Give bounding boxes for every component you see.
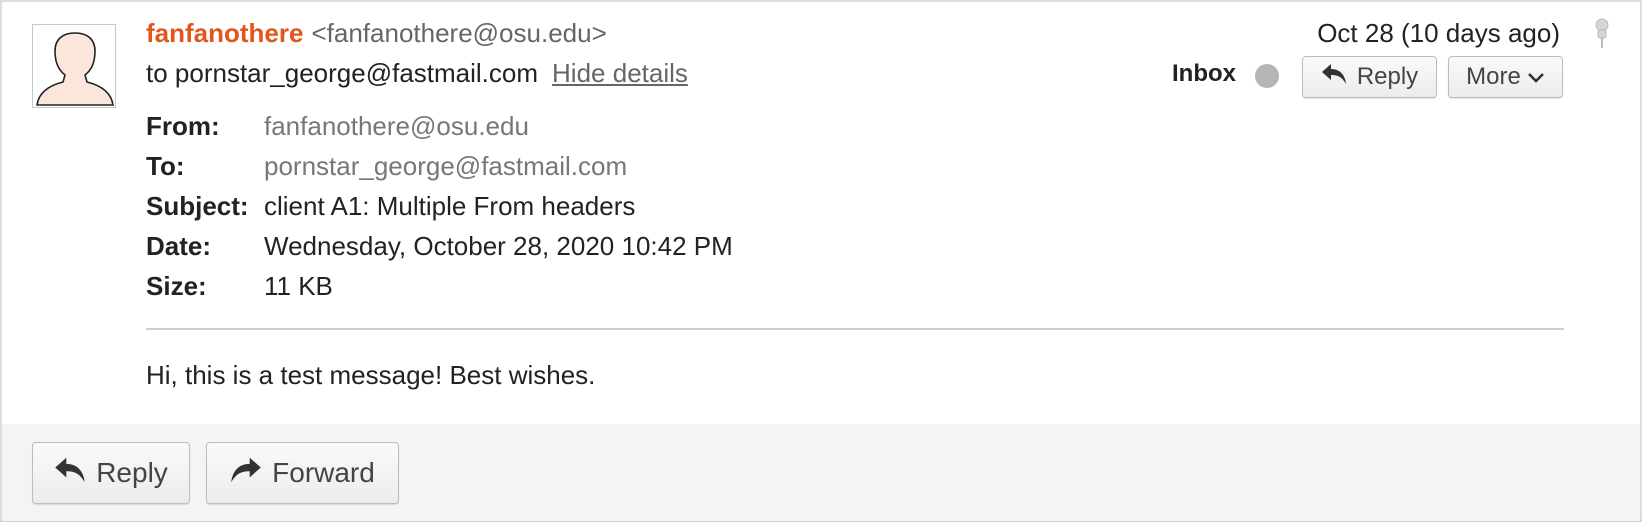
- reply-arrow-icon: [54, 456, 86, 491]
- divider: [146, 328, 1564, 330]
- detail-key: Subject:: [146, 190, 249, 221]
- forward-button-label: Forward: [272, 457, 375, 488]
- detail-row-from: From: fanfanothere@osu.edu: [146, 106, 733, 146]
- hide-details-link[interactable]: Hide details: [552, 58, 688, 88]
- folder-label: Inbox: [1172, 60, 1236, 87]
- detail-size-value: 11 KB: [264, 270, 333, 301]
- reply-button[interactable]: Reply: [1302, 56, 1437, 98]
- status-dot[interactable]: [1255, 64, 1279, 88]
- detail-key: From:: [146, 110, 220, 141]
- detail-key: Date:: [146, 230, 212, 261]
- detail-date-value: Wednesday, October 28, 2020 10:42 PM: [264, 230, 733, 261]
- message-card: fanfanothere <fanfanothere@osu.edu> to po…: [0, 0, 1642, 522]
- detail-subject-value: client A1: Multiple From headers: [264, 190, 636, 221]
- detail-row-to: To: pornstar_george@fastmail.com: [146, 146, 733, 186]
- sender-email: <fanfanothere@osu.edu>: [311, 18, 607, 48]
- reply-button-label: Reply: [1356, 63, 1419, 90]
- avatar: [32, 24, 116, 108]
- footer-reply-button[interactable]: Reply: [32, 442, 190, 504]
- sender-name[interactable]: fanfanothere: [146, 18, 303, 48]
- detail-to-value[interactable]: pornstar_george@fastmail.com: [264, 151, 627, 182]
- chevron-down-icon: [1527, 63, 1545, 91]
- footer-reply-label: Reply: [96, 457, 168, 488]
- reply-arrow-icon: [1321, 63, 1347, 92]
- detail-key: Size:: [146, 270, 207, 301]
- sender-line: fanfanothere <fanfanothere@osu.edu>: [146, 18, 607, 49]
- recipient-summary: to pornstar_george@fastmail.com: [146, 58, 539, 88]
- more-button-label: More: [1466, 63, 1521, 90]
- recipient-line: to pornstar_george@fastmail.com Hide deta…: [146, 58, 688, 89]
- detail-row-date: Date: Wednesday, October 28, 2020 10:42 …: [146, 226, 733, 266]
- detail-from-value[interactable]: fanfanothere@osu.edu: [264, 111, 529, 142]
- message-date-short: Oct 28 (10 days ago): [1317, 18, 1560, 48]
- more-button[interactable]: More: [1448, 56, 1563, 98]
- detail-row-subject: Subject: client A1: Multiple From header…: [146, 186, 733, 226]
- forward-button[interactable]: Forward: [206, 442, 399, 504]
- pin-icon[interactable]: [1592, 18, 1612, 50]
- detail-row-size: Size: 11 KB: [146, 266, 733, 306]
- forward-arrow-icon: [230, 456, 262, 491]
- message-body: Hi, this is a test message! Best wishes.: [146, 360, 596, 390]
- person-silhouette-icon: [36, 32, 114, 106]
- detail-key: To:: [146, 150, 185, 181]
- message-details: From: fanfanothere@osu.edu To: pornstar_…: [146, 106, 733, 306]
- message-footer: Reply Forward: [2, 424, 1640, 521]
